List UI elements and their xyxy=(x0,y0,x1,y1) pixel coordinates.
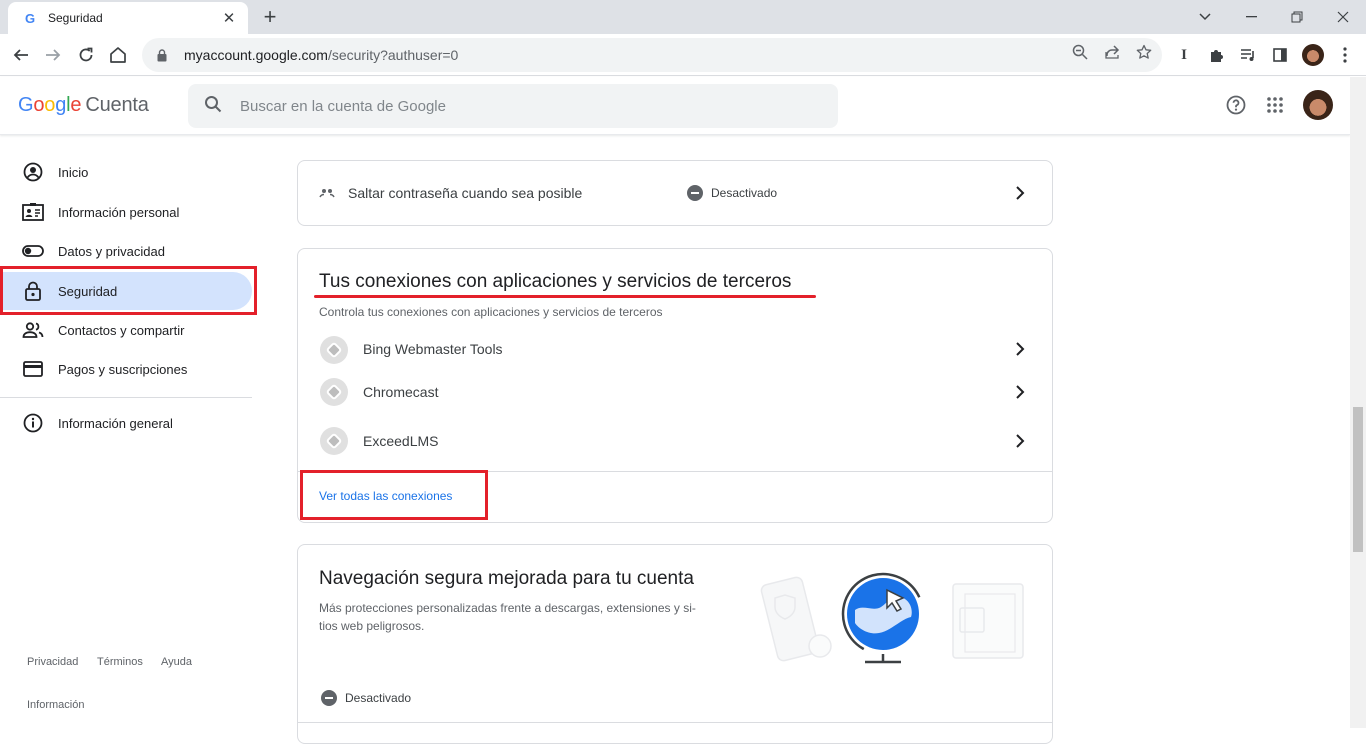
sidebar-item-datos-privacidad[interactable]: Datos y privacidad xyxy=(0,232,252,270)
new-tab-icon[interactable]: + xyxy=(258,5,282,29)
account-search[interactable] xyxy=(188,84,838,128)
extension-text-icon[interactable]: I xyxy=(1174,45,1194,65)
chevron-right-icon[interactable] xyxy=(1012,185,1028,201)
back-icon[interactable] xyxy=(6,40,36,70)
connections-title: Tus conexiones con aplicaciones y servic… xyxy=(319,271,792,292)
annotation-highlight-see-all xyxy=(300,470,488,520)
browser-tab-bar: G Seguridad ✕ + xyxy=(0,0,1366,34)
chrome-menu-icon[interactable] xyxy=(1335,45,1355,65)
info-icon xyxy=(22,412,44,434)
app-generic-icon xyxy=(320,378,348,406)
annotation-highlight-seguridad xyxy=(0,266,257,315)
url-host: myaccount.google.com xyxy=(184,47,328,63)
credit-card-icon xyxy=(22,358,44,380)
sidebar-item-label: Información general xyxy=(58,415,173,431)
logo-letter: g xyxy=(55,94,67,116)
tab-title: Seguridad xyxy=(48,11,103,25)
passkey-icon xyxy=(319,185,335,201)
people-icon xyxy=(22,319,44,341)
search-input[interactable] xyxy=(240,97,800,115)
privacy-link[interactable]: Privacidad xyxy=(27,656,78,668)
scrollbar-thumb[interactable] xyxy=(1353,407,1363,552)
sidebar-item-label: Pagos y suscripciones xyxy=(58,361,188,377)
bookmark-star-icon[interactable] xyxy=(1134,42,1154,62)
sidebar-item-label: Inicio xyxy=(58,164,89,180)
account-circle-icon xyxy=(22,161,44,183)
sidebar-divider xyxy=(0,397,252,398)
logo-letter: G xyxy=(18,94,34,116)
chevron-right-icon[interactable] xyxy=(1012,433,1028,449)
sidebar-item-pagos[interactable]: Pagos y suscripciones xyxy=(0,350,252,388)
app-exceedlms[interactable]: ExceedLMS xyxy=(363,433,438,449)
google-account-logo[interactable]: Google Cuenta xyxy=(18,94,149,117)
zoom-icon[interactable] xyxy=(1070,42,1090,62)
help-link[interactable]: Ayuda xyxy=(161,656,192,668)
profile-photo xyxy=(1302,44,1324,66)
restore-icon[interactable] xyxy=(1274,0,1320,34)
safe-browsing-title: Navegación segura mejorada para tu cuent… xyxy=(319,568,694,589)
disabled-status-icon xyxy=(687,185,703,201)
apps-grid-icon[interactable] xyxy=(1263,93,1287,117)
logo-letter: e xyxy=(70,94,82,116)
profile-avatar[interactable] xyxy=(1302,44,1324,66)
sidebar-item-informacion-general[interactable]: Información general xyxy=(0,404,252,442)
sidebar-item-label: Datos y privacidad xyxy=(58,243,165,259)
connections-subtitle: Controla tus conexiones con aplicaciones… xyxy=(319,305,663,319)
account-avatar[interactable] xyxy=(1303,90,1333,120)
sidebar-item-contactos[interactable]: Contactos y compartir xyxy=(0,311,252,349)
share-icon[interactable] xyxy=(1102,42,1122,62)
info-link[interactable]: Información xyxy=(27,699,84,711)
app-bing-webmaster-tools[interactable]: Bing Webmaster Tools xyxy=(363,341,503,357)
app-generic-icon xyxy=(320,427,348,455)
media-queue-icon[interactable] xyxy=(1238,45,1258,65)
sidebar-item-label: Información personal xyxy=(58,204,180,220)
product-name: Cuenta xyxy=(85,94,149,116)
window-close-icon[interactable] xyxy=(1320,0,1366,34)
id-card-icon xyxy=(22,201,44,223)
chevron-right-icon[interactable] xyxy=(1012,341,1028,357)
tab-search-chevron-icon[interactable] xyxy=(1182,0,1228,34)
sidebar-item-inicio[interactable]: Inicio xyxy=(0,153,252,191)
page-scrollbar[interactable] xyxy=(1350,77,1366,728)
address-bar[interactable]: myaccount.google.com/security?authuser=0 xyxy=(142,38,1162,72)
tab-close-icon[interactable]: ✕ xyxy=(220,9,238,27)
terms-link[interactable]: Términos xyxy=(97,656,143,668)
annotation-underline xyxy=(314,295,816,298)
google-favicon-icon: G xyxy=(24,10,36,26)
minimize-icon[interactable] xyxy=(1228,0,1274,34)
lock-icon[interactable] xyxy=(154,47,170,63)
help-icon[interactable] xyxy=(1224,93,1248,117)
browser-toolbar: myaccount.google.com/security?authuser=0… xyxy=(0,34,1366,76)
home-icon[interactable] xyxy=(103,40,133,70)
skip-password-label: Saltar contraseña cuando sea posible xyxy=(348,185,583,201)
app-chromecast[interactable]: Chromecast xyxy=(363,384,438,400)
app-generic-icon xyxy=(320,336,348,364)
browser-tab[interactable]: G Seguridad ✕ xyxy=(8,2,248,34)
side-panel-icon[interactable] xyxy=(1270,45,1290,65)
url-path: /security?authuser=0 xyxy=(327,47,459,63)
card-divider xyxy=(298,722,1052,723)
safe-browsing-desc-line2: tios web peligrosos. xyxy=(319,619,425,633)
app-shape xyxy=(325,383,343,401)
chevron-right-icon[interactable] xyxy=(1012,384,1028,400)
app-shape xyxy=(325,432,343,450)
safe-browsing-illustration xyxy=(760,572,1024,664)
sidebar-item-label: Contactos y compartir xyxy=(58,322,185,338)
reload-icon[interactable] xyxy=(71,40,101,70)
extensions-puzzle-icon[interactable] xyxy=(1206,45,1226,65)
search-icon[interactable] xyxy=(204,95,222,118)
logo-letter: o xyxy=(33,94,45,116)
forward-icon[interactable] xyxy=(38,40,68,70)
skip-password-status: Desactivado xyxy=(711,186,778,200)
sidebar-item-informacion-personal[interactable]: Información personal xyxy=(0,193,252,231)
app-shape xyxy=(325,341,343,359)
account-header: Google Cuenta xyxy=(0,77,1350,135)
safe-browsing-status: Desactivado xyxy=(345,691,412,705)
safe-browsing-desc-line1: Más protecciones personalizadas frente a… xyxy=(319,601,696,615)
logo-letter: o xyxy=(44,94,56,116)
url-text[interactable]: myaccount.google.com/security?authuser=0 xyxy=(184,47,458,63)
toggle-icon xyxy=(22,240,44,262)
disabled-status-icon xyxy=(321,690,337,706)
sidebar-nav: Inicio Información personal Datos y priv… xyxy=(0,136,260,728)
